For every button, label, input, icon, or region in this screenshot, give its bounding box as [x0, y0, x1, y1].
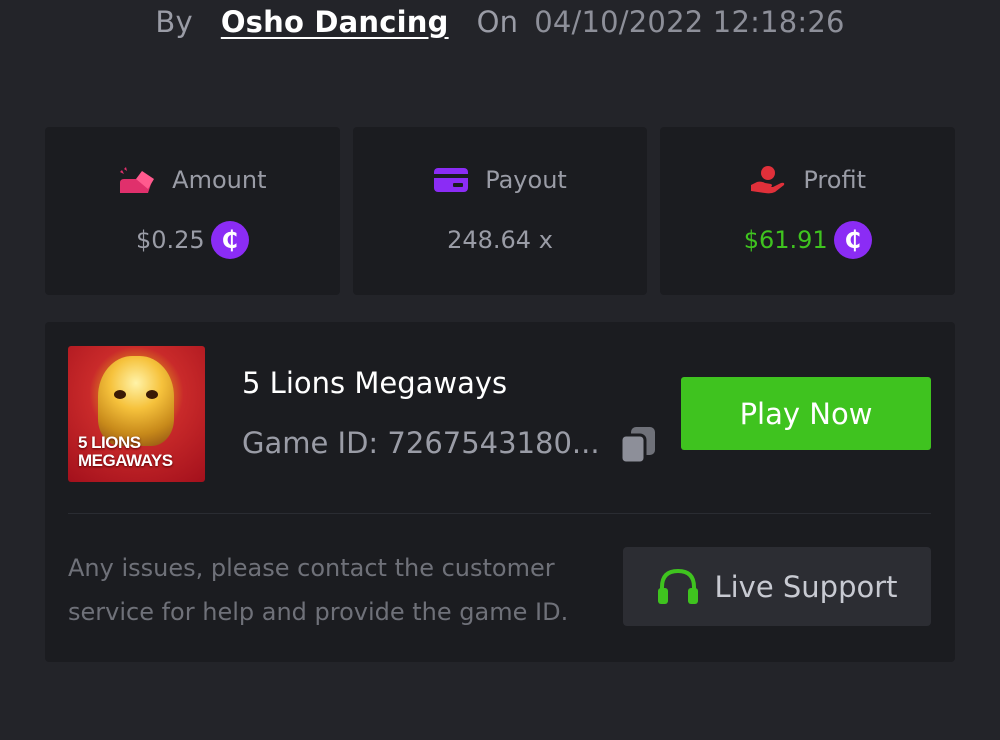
hand-money-icon — [749, 165, 787, 195]
live-support-button[interactable]: Live Support — [623, 547, 931, 626]
thumbnail-title: 5 LIONS MEGAWAYS — [78, 433, 173, 470]
bet-datetime: 04/10/2022 12:18:26 — [534, 5, 845, 39]
game-id: Game ID: 7267543180... — [242, 426, 600, 460]
divider — [68, 513, 931, 514]
by-label: By — [155, 5, 193, 39]
coin-icon: ₵ — [833, 221, 872, 259]
amount-value: $0.25 — [135, 226, 205, 254]
game-panel: 5 LIONS MEGAWAYS 5 Lions Megaways Game I… — [45, 322, 955, 662]
credit-card-icon — [433, 166, 469, 194]
profit-card: Profit $61.91 ₵ — [660, 127, 956, 295]
coin-icon: ₵ — [210, 221, 249, 259]
game-name: 5 Lions Megaways — [242, 366, 508, 400]
help-text: Any issues, please contact the customer … — [68, 554, 569, 626]
on-label: On — [476, 5, 519, 39]
wallet-tag-icon — [118, 165, 156, 195]
bet-stats: Amount $0.25 ₵ Payout 248.64 x Profit $6… — [45, 127, 956, 295]
profit-label: Profit — [803, 166, 866, 194]
profit-value: $61.91 — [743, 226, 828, 254]
headset-icon — [656, 567, 700, 607]
amount-label: Amount — [172, 166, 267, 194]
username-link[interactable]: Osho Dancing — [221, 5, 449, 39]
bet-byline: By Osho Dancing On 04/10/2022 12:18:26 — [0, 0, 1000, 44]
payout-value: 248.64 x — [447, 226, 553, 254]
game-thumbnail[interactable]: 5 LIONS MEGAWAYS — [68, 346, 205, 482]
play-now-button[interactable]: Play Now — [681, 377, 931, 450]
amount-card: Amount $0.25 ₵ — [45, 127, 340, 295]
live-support-label: Live Support — [714, 569, 898, 604]
payout-card: Payout 248.64 x — [352, 127, 648, 295]
payout-label: Payout — [485, 166, 567, 194]
copy-icon[interactable] — [619, 425, 657, 469]
